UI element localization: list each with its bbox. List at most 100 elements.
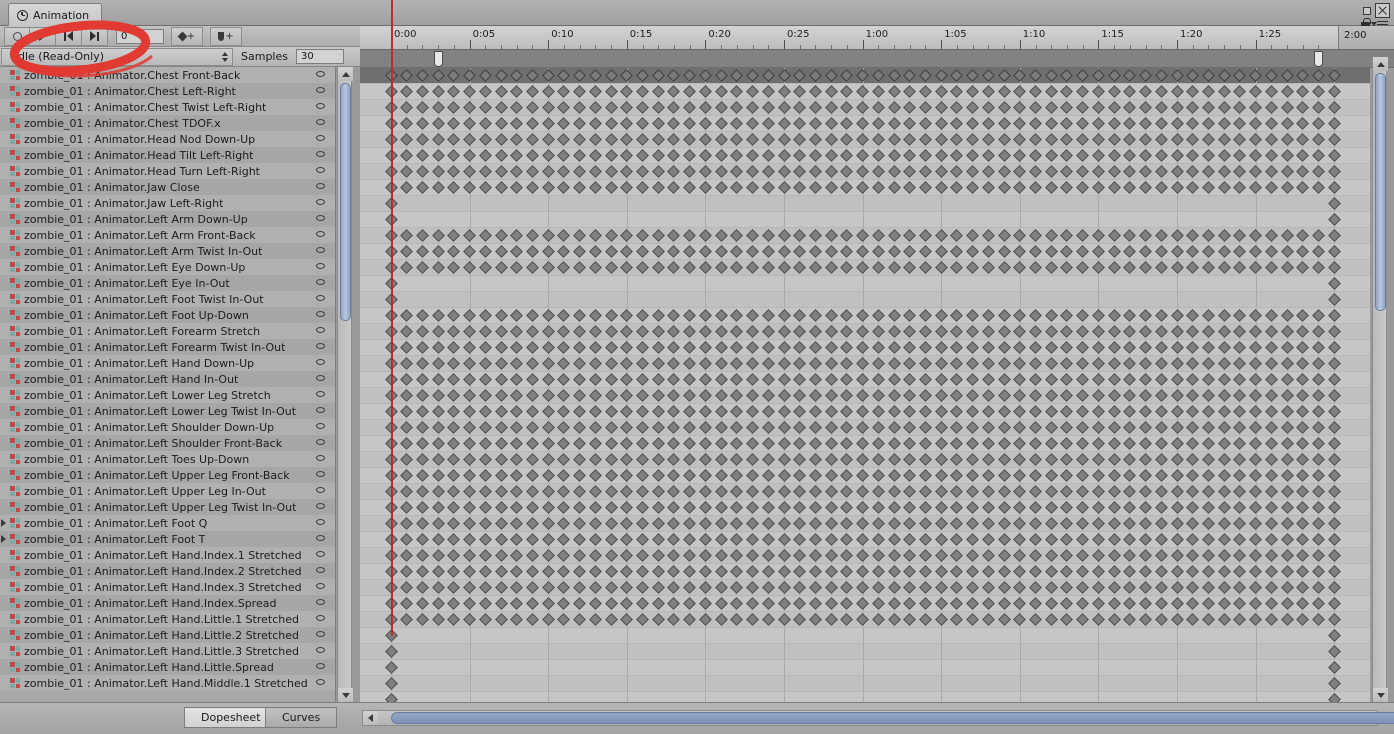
keyframe-ellipse-icon[interactable] (316, 151, 325, 157)
keyframe-ellipse-icon[interactable] (316, 583, 325, 589)
keyframe-ellipse-icon[interactable] (316, 295, 325, 301)
keyframe-ellipse-icon[interactable] (316, 183, 325, 189)
keyframe-ellipse-icon[interactable] (316, 199, 325, 205)
property-row[interactable]: zombie_01 : Animator.Left Hand.Index.Spr… (0, 595, 335, 611)
property-row[interactable]: zombie_01 : Animator.Left Foot Twist In-… (0, 291, 335, 307)
keyframe-ellipse-icon[interactable] (316, 135, 325, 141)
keyframe-ellipse-icon[interactable] (316, 311, 325, 317)
keyframe-ellipse-icon[interactable] (316, 519, 325, 525)
keyframe-ellipse-icon[interactable] (316, 343, 325, 349)
expand-arrow-icon[interactable] (1, 519, 6, 527)
property-row[interactable]: zombie_01 : Animator.Chest Front-Back (0, 67, 335, 83)
playhead-handle[interactable] (434, 51, 444, 67)
property-row[interactable]: zombie_01 : Animator.Left Forearm Stretc… (0, 323, 335, 339)
dope-scrollbar-thumb[interactable] (1375, 73, 1386, 311)
property-row[interactable]: zombie_01 : Animator.Left Forearm Twist … (0, 339, 335, 355)
keyframe-ellipse-icon[interactable] (316, 391, 325, 397)
property-row[interactable]: zombie_01 : Animator.Left Hand In-Out (0, 371, 335, 387)
horizontal-scrollbar[interactable] (362, 710, 1394, 726)
keyframe-ellipse-icon[interactable] (316, 647, 325, 653)
dope-scroll-up-button[interactable] (1373, 57, 1388, 71)
property-row[interactable]: zombie_01 : Animator.Left Hand.Index.3 S… (0, 579, 335, 595)
property-row[interactable]: zombie_01 : Animator.Left Foot T (0, 531, 335, 547)
samples-input[interactable]: 30 (295, 49, 344, 64)
playhead-band[interactable] (360, 50, 1394, 68)
property-row[interactable]: zombie_01 : Animator.Left Hand.Little.2 … (0, 627, 335, 643)
keyframe-ellipse-icon[interactable] (316, 279, 325, 285)
ruler-end-field[interactable]: 2:00 (1338, 26, 1394, 49)
keyframe-ellipse-icon[interactable] (316, 215, 325, 221)
keyframe-ellipse-icon[interactable] (316, 471, 325, 477)
add-event-button[interactable]: + (210, 26, 242, 46)
keyframe-ellipse-icon[interactable] (316, 71, 325, 77)
property-list[interactable]: zombie_01 : Animator.Chest Front-Back zom… (0, 67, 336, 702)
play-button[interactable] (30, 26, 56, 46)
property-row[interactable]: zombie_01 : Animator.Left Hand.Index.2 S… (0, 563, 335, 579)
property-row[interactable]: zombie_01 : Animator.Left Eye Down-Up (0, 259, 335, 275)
property-row[interactable]: zombie_01 : Animator.Jaw Left-Right (0, 195, 335, 211)
keyframe-ellipse-icon[interactable] (316, 359, 325, 365)
keyframe-ellipse-icon[interactable] (316, 103, 325, 109)
property-row[interactable]: zombie_01 : Animator.Left Lower Leg Twis… (0, 403, 335, 419)
close-icon[interactable] (1375, 3, 1390, 18)
property-row[interactable]: zombie_01 : Animator.Left Shoulder Down-… (0, 419, 335, 435)
current-frame-input[interactable]: 0 (116, 28, 164, 44)
property-row[interactable]: zombie_01 : Animator.Left Foot Q (0, 515, 335, 531)
keyframe-ellipse-icon[interactable] (316, 439, 325, 445)
property-row[interactable]: zombie_01 : Animator.Chest Twist Left-Ri… (0, 99, 335, 115)
expand-arrow-icon[interactable] (1, 535, 6, 543)
property-row[interactable]: zombie_01 : Animator.Left Hand.Middle.1 … (0, 675, 335, 691)
prev-keyframe-button[interactable] (56, 26, 82, 46)
keyframe-ellipse-icon[interactable] (316, 407, 325, 413)
keyframe-ellipse-icon[interactable] (316, 247, 325, 253)
keyframe-ellipse-icon[interactable] (316, 375, 325, 381)
keyframe-ellipse-icon[interactable] (316, 535, 325, 541)
keyframe-ellipse-icon[interactable] (316, 679, 325, 685)
property-row[interactable]: zombie_01 : Animator.Jaw Close (0, 179, 335, 195)
property-row[interactable]: zombie_01 : Animator.Left Hand Down-Up (0, 355, 335, 371)
property-row[interactable]: zombie_01 : Animator.Left Toes Up-Down (0, 451, 335, 467)
property-row[interactable]: zombie_01 : Animator.Left Foot Up-Down (0, 307, 335, 323)
property-list-scrollbar[interactable] (337, 67, 353, 702)
property-row[interactable]: zombie_01 : Animator.Head Tilt Left-Righ… (0, 147, 335, 163)
tab-animation[interactable]: Animation (8, 3, 103, 26)
property-row[interactable]: zombie_01 : Animator.Left Hand.Little.Sp… (0, 659, 335, 675)
animation-clip-dropdown[interactable]: dle (Read-Only) (1, 47, 233, 66)
record-button[interactable] (4, 26, 30, 46)
property-row[interactable]: zombie_01 : Animator.Left Upper Leg Twis… (0, 499, 335, 515)
property-row[interactable]: zombie_01 : Animator.Head Nod Down-Up (0, 131, 335, 147)
keyframe-ellipse-icon[interactable] (316, 487, 325, 493)
keyframe-ellipse-icon[interactable] (316, 423, 325, 429)
dope-scroll-down-button[interactable] (1373, 688, 1388, 702)
property-row[interactable]: zombie_01 : Animator.Left Hand.Little.3 … (0, 643, 335, 659)
dopesheet-scrollbar[interactable] (1372, 57, 1388, 702)
property-row[interactable]: zombie_01 : Animator.Left Hand.Little.1 … (0, 611, 335, 627)
hscroll-left-button[interactable] (363, 711, 378, 725)
keyframe-ellipse-icon[interactable] (316, 167, 325, 173)
keyframe-ellipse-icon[interactable] (316, 455, 325, 461)
property-row[interactable]: zombie_01 : Animator.Chest TDOF.x (0, 115, 335, 131)
property-row[interactable]: zombie_01 : Animator.Left Eye In-Out (0, 275, 335, 291)
keyframe-ellipse-icon[interactable] (316, 87, 325, 93)
property-row[interactable]: zombie_01 : Animator.Head Turn Left-Righ… (0, 163, 335, 179)
keyframe-ellipse-icon[interactable] (316, 663, 325, 669)
property-row[interactable]: zombie_01 : Animator.Left Upper Leg Fron… (0, 467, 335, 483)
keyframe-ellipse-icon[interactable] (316, 503, 325, 509)
property-row[interactable]: zombie_01 : Animator.Left Arm Down-Up (0, 211, 335, 227)
keyframe-ellipse-icon[interactable] (316, 327, 325, 333)
timeline-ruler[interactable]: 0:00 0:05 0:10 0:15 0:20 0:25 1:00 1:05 1:10 1:15… (360, 26, 1394, 50)
keyframe-ellipse-icon[interactable] (316, 567, 325, 573)
keyframe-ellipse-icon[interactable] (316, 119, 325, 125)
next-keyframe-button[interactable] (82, 26, 108, 46)
keyframe-ellipse-icon[interactable] (316, 231, 325, 237)
keyframe-ellipse-icon[interactable] (316, 615, 325, 621)
property-row[interactable]: zombie_01 : Animator.Left Lower Leg Stre… (0, 387, 335, 403)
property-row[interactable]: zombie_01 : Animator.Left Arm Front-Back (0, 227, 335, 243)
tab-dopesheet[interactable]: Dopesheet (184, 707, 278, 728)
keyframe-ellipse-icon[interactable] (316, 631, 325, 637)
dopesheet-grid[interactable] (360, 68, 1370, 704)
property-row[interactable]: zombie_01 : Animator.Left Hand.Index.1 S… (0, 547, 335, 563)
hscrollbar-thumb[interactable] (391, 712, 1394, 724)
property-row[interactable]: zombie_01 : Animator.Left Upper Leg In-O… (0, 483, 335, 499)
property-row[interactable]: zombie_01 : Animator.Left Arm Twist In-O… (0, 243, 335, 259)
